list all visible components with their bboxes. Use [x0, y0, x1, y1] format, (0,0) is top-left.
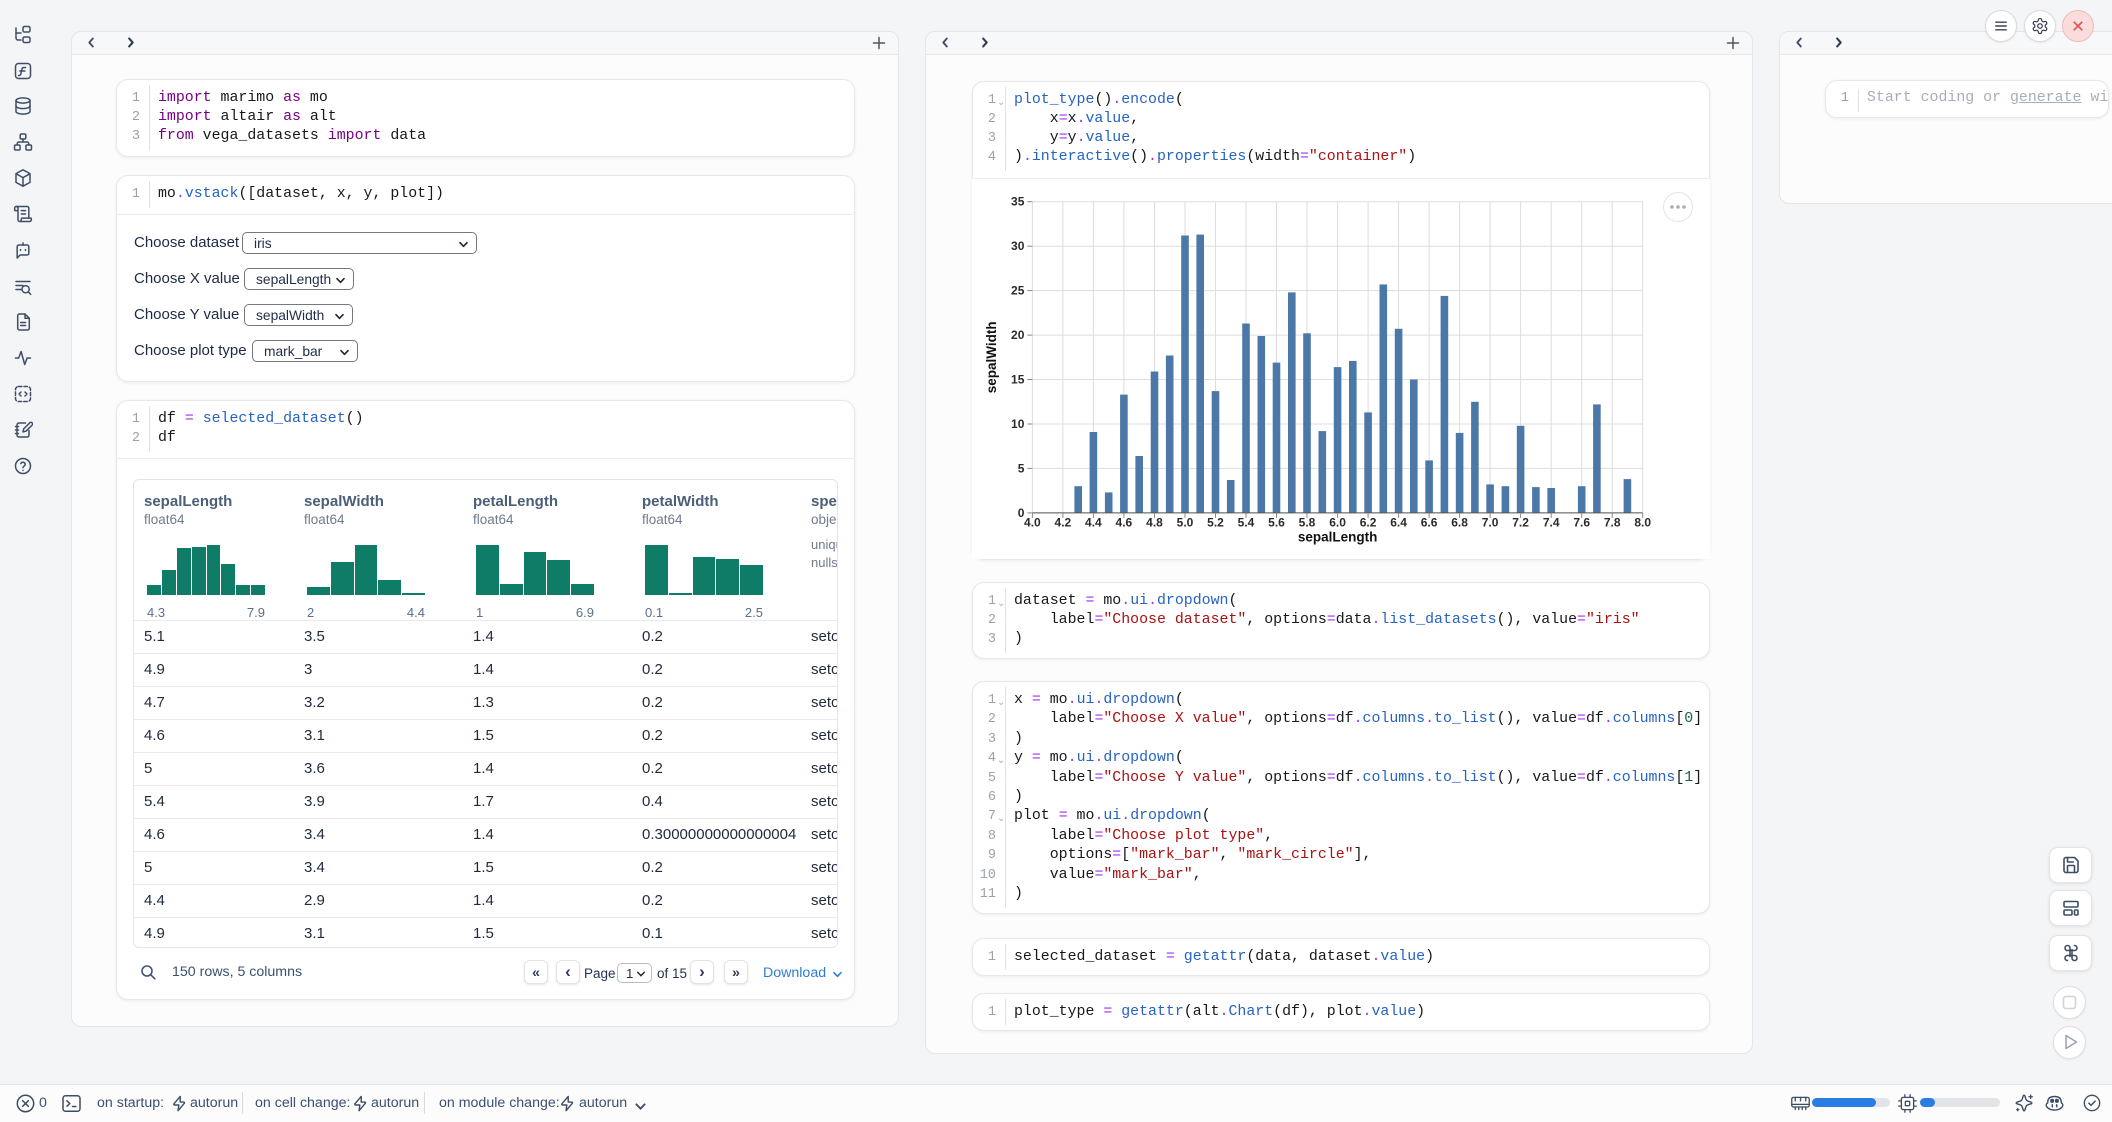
- svg-text:35: 35: [1011, 195, 1025, 209]
- svg-text:7.8: 7.8: [1604, 515, 1621, 529]
- svg-text:5.6: 5.6: [1268, 515, 1285, 529]
- svg-text:6.8: 6.8: [1451, 515, 1468, 529]
- svg-text:15: 15: [1011, 373, 1025, 387]
- svg-text:6.6: 6.6: [1421, 515, 1438, 529]
- svg-text:7.2: 7.2: [1512, 515, 1529, 529]
- svg-text:sepalLength: sepalLength: [1298, 529, 1378, 544]
- svg-text:sepalWidth: sepalWidth: [984, 321, 999, 393]
- svg-text:10: 10: [1011, 417, 1025, 431]
- svg-text:5.8: 5.8: [1299, 515, 1316, 529]
- svg-text:7.0: 7.0: [1482, 515, 1499, 529]
- svg-text:4.6: 4.6: [1116, 515, 1133, 529]
- svg-text:4.0: 4.0: [1024, 515, 1041, 529]
- svg-text:8.0: 8.0: [1634, 515, 1651, 529]
- svg-text:20: 20: [1011, 328, 1025, 342]
- svg-text:6.2: 6.2: [1360, 515, 1377, 529]
- svg-text:5: 5: [1018, 461, 1025, 475]
- svg-text:30: 30: [1011, 239, 1025, 253]
- svg-text:5.0: 5.0: [1177, 515, 1194, 529]
- svg-text:6.4: 6.4: [1390, 515, 1407, 529]
- svg-text:4.8: 4.8: [1146, 515, 1163, 529]
- svg-text:4.4: 4.4: [1085, 515, 1102, 529]
- svg-text:25: 25: [1011, 284, 1025, 298]
- svg-text:6.0: 6.0: [1329, 515, 1346, 529]
- svg-text:4.2: 4.2: [1055, 515, 1072, 529]
- svg-text:5.4: 5.4: [1238, 515, 1255, 529]
- svg-text:5.2: 5.2: [1207, 515, 1224, 529]
- svg-text:7.4: 7.4: [1543, 515, 1560, 529]
- svg-text:7.6: 7.6: [1573, 515, 1590, 529]
- svg-text:0: 0: [1018, 506, 1025, 520]
